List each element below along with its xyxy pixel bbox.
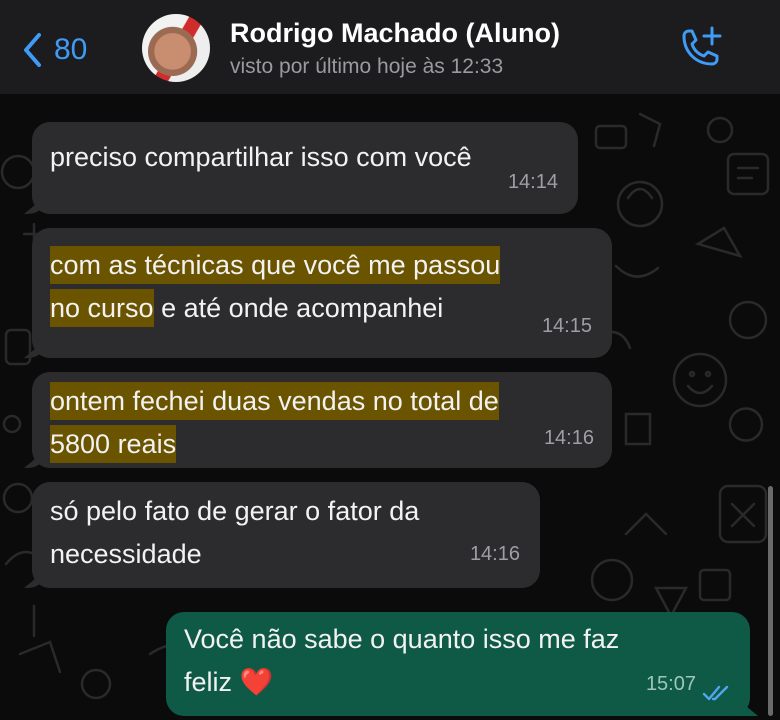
message-time: 14:16 [469, 543, 520, 565]
last-seen-status: visto por último hoje às 12:33 [230, 55, 504, 78]
avatar[interactable] [142, 14, 210, 82]
message-text-rest: e até onde acompanhei [153, 293, 444, 323]
back-button[interactable]: 80 [22, 30, 87, 70]
message-time: 14:16 [543, 427, 594, 449]
add-call-icon [682, 26, 722, 66]
message-bubble-incoming[interactable]: ontem fechei duas vendas no total de 580… [24, 372, 612, 468]
message-bubble-outgoing[interactable]: Você não sabe o quanto isso me faz feliz… [166, 612, 758, 716]
message-bubble-incoming[interactable]: com as técnicas que você me passou no cu… [24, 228, 612, 358]
read-receipt-icon [702, 685, 729, 701]
chat-header: 80 Rodrigo Machado (Aluno) visto por últ… [0, 0, 780, 94]
message-text: preciso compartilhar isso com você [50, 142, 472, 172]
add-call-button[interactable] [676, 24, 726, 70]
message-line: Você não sabe o quanto isso me faz [184, 624, 620, 654]
heart-emoji-icon: ❤️ [239, 667, 274, 697]
message-time: 14:14 [507, 171, 558, 193]
message-line: só pelo fato de gerar o fator da [50, 496, 420, 526]
message-time: 15:07 [645, 673, 696, 695]
highlighted-text: 5800 reais [50, 425, 177, 463]
highlighted-text: ontem fechei duas vendas no total de [50, 382, 499, 420]
message-bubble-incoming[interactable]: preciso compartilhar isso com você 14:14 [24, 122, 578, 214]
chat-area[interactable]: preciso compartilhar isso com você 14:14… [0, 94, 780, 720]
highlighted-text: no curso [50, 289, 154, 327]
message-time: 14:15 [541, 315, 592, 337]
message-line: feliz [184, 667, 233, 697]
message-text: com as técnicas que você me passou no cu… [50, 244, 501, 330]
message-line: necessidade [50, 539, 202, 569]
message-text: ontem fechei duas vendas no total de 580… [50, 380, 499, 466]
contact-name[interactable]: Rodrigo Machado (Aluno) [230, 18, 560, 49]
scrollbar[interactable] [768, 486, 773, 716]
message-text: Você não sabe o quanto isso me faz feliz… [184, 618, 619, 704]
highlighted-text: com as técnicas que você me passou [50, 246, 501, 284]
message-bubble-incoming[interactable]: só pelo fato de gerar o fator da necessi… [24, 482, 540, 588]
message-text: só pelo fato de gerar o fator da necessi… [50, 490, 419, 576]
back-chevron-icon [24, 33, 41, 67]
unread-count: 80 [54, 33, 88, 66]
